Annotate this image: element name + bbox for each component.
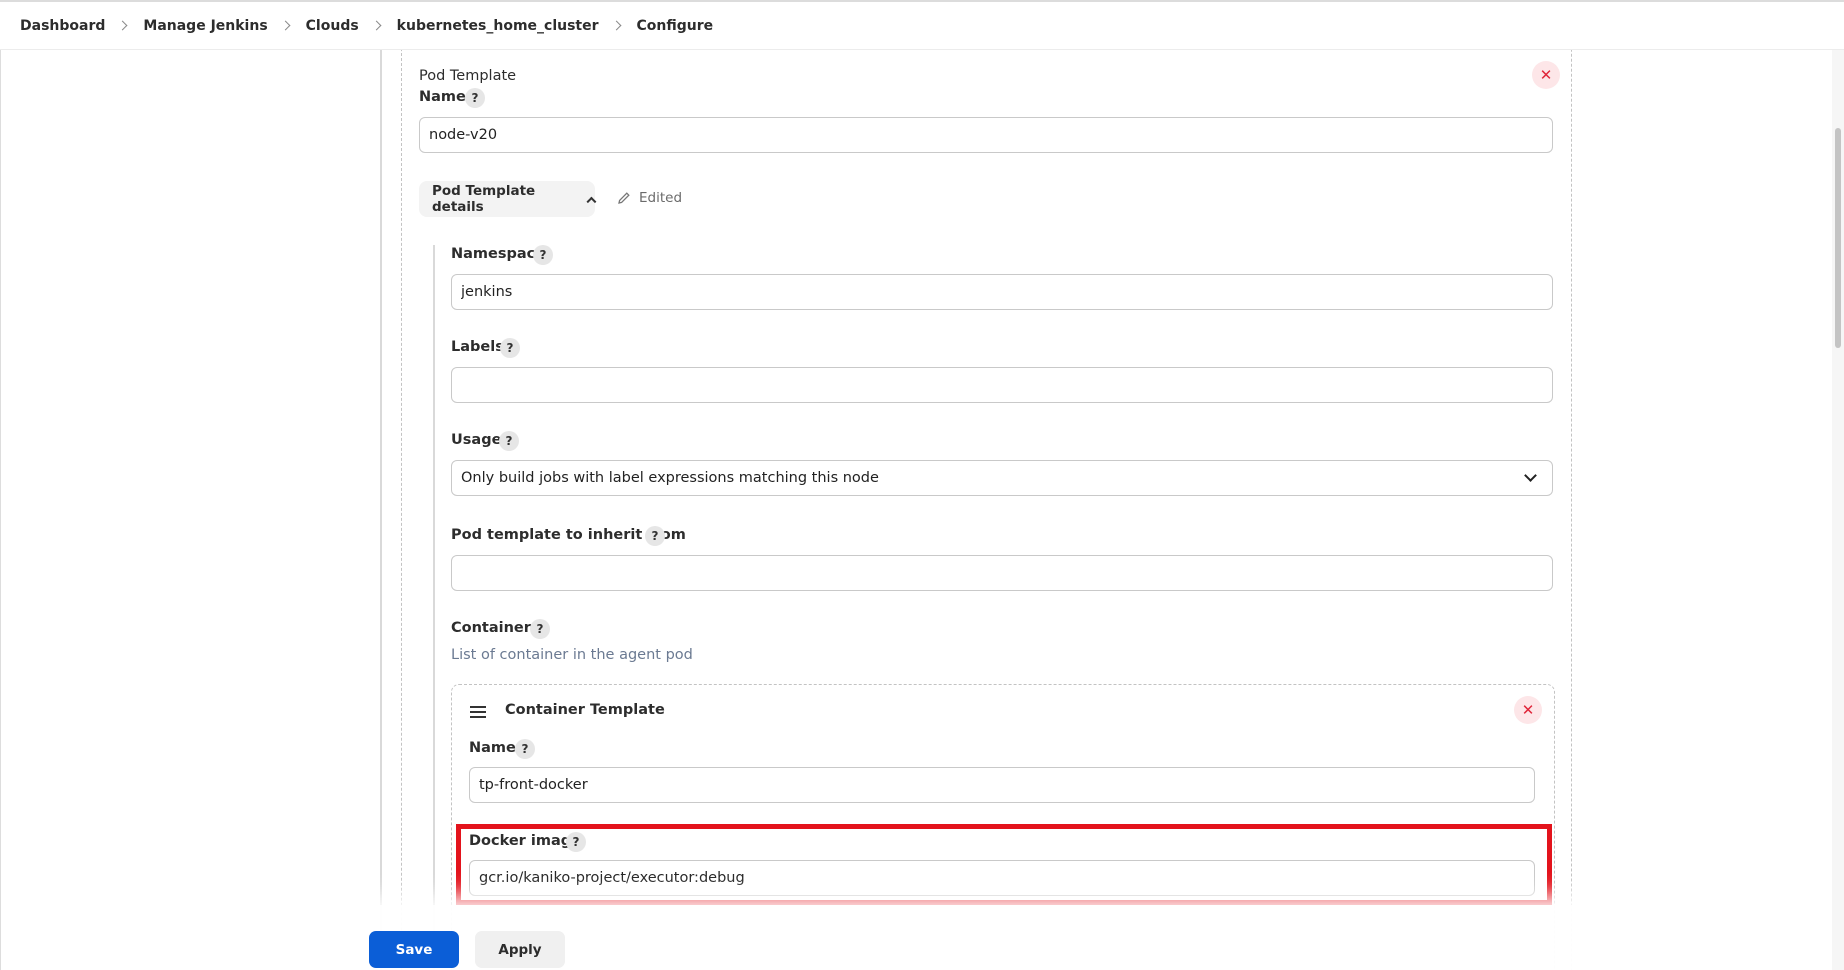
namespace-label: Namespace [451,246,546,262]
help-icon[interactable]: ? [530,619,550,639]
nesting-line-outer [380,50,382,970]
container-name-label: Name [469,740,516,756]
breadcrumb-clouds[interactable]: Clouds [306,18,359,34]
edited-label: Edited [639,190,683,206]
apply-button[interactable]: Apply [475,931,565,968]
breadcrumb-configure[interactable]: Configure [637,18,714,34]
chevron-down-icon [1524,469,1537,482]
chevron-right-icon [611,20,621,31]
pod-template-details-button[interactable]: Pod Template details [419,181,597,217]
pod-name-label: Name [419,89,466,105]
edited-indicator: Edited [617,190,682,206]
help-icon[interactable]: ? [645,526,665,546]
chevron-right-icon [371,20,382,31]
containers-description: List of container in the agent pod [451,647,693,663]
page-left-edge [0,50,1,970]
breadcrumb: Dashboard Manage Jenkins Clouds kubernet… [0,0,1844,50]
pod-template-details-label: Pod Template details [432,183,536,215]
help-icon[interactable]: ? [515,739,535,759]
chevron-right-icon [280,20,291,31]
page-scrollbar[interactable] [1832,50,1844,970]
scrollbar-thumb[interactable] [1835,128,1841,348]
save-button[interactable]: Save [369,931,459,968]
close-icon[interactable]: ✕ [1514,696,1542,724]
container-name-input[interactable] [469,767,1535,803]
labels-input[interactable] [451,367,1553,403]
docker-image-highlight [456,824,1552,905]
nesting-line-details [433,245,435,970]
usage-select[interactable]: Only build jobs with label expressions m… [451,460,1553,496]
containers-label: Containers [451,620,540,636]
breadcrumb-cloud-name[interactable]: kubernetes_home_cluster [397,18,599,34]
help-icon[interactable]: ? [533,245,553,265]
labels-label: Labels [451,339,504,355]
chevron-right-icon [117,20,128,31]
inherit-input[interactable] [451,555,1553,591]
breadcrumb-manage-jenkins[interactable]: Manage Jenkins [143,18,267,34]
pod-template-heading: Pod Template [419,68,517,84]
pod-name-input[interactable] [419,117,1553,153]
usage-select-value: Only build jobs with label expressions m… [461,470,879,486]
help-icon[interactable]: ? [500,338,520,358]
close-icon[interactable]: ✕ [1532,61,1560,89]
usage-label: Usage [451,432,502,448]
namespace-input[interactable] [451,274,1553,310]
help-icon[interactable]: ? [499,431,519,451]
help-icon[interactable]: ? [465,88,485,108]
drag-handle-icon[interactable] [470,706,486,721]
jenkins-configure-page: Dashboard Manage Jenkins Clouds kubernet… [0,0,1844,970]
breadcrumb-dashboard[interactable]: Dashboard [20,18,105,34]
pencil-icon [618,192,630,204]
container-template-heading: Container Template [505,702,665,718]
